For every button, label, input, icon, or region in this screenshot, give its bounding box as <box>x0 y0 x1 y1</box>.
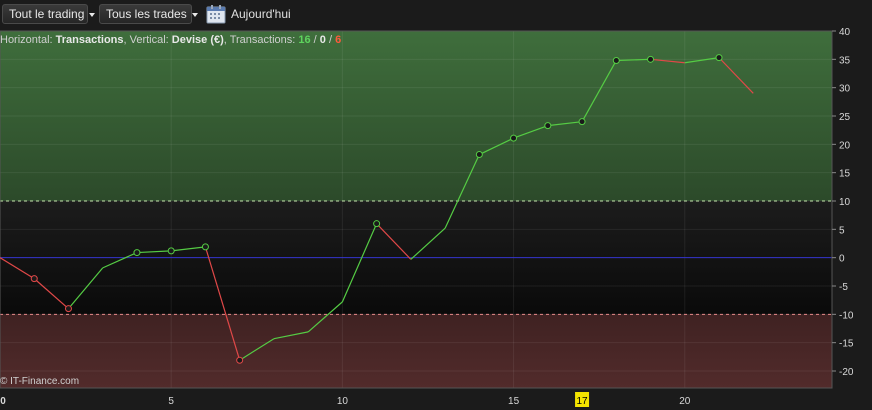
data-point <box>715 54 723 62</box>
info-sep2: / <box>325 34 336 46</box>
x-tick-label: 10 <box>337 396 349 407</box>
y-tick-label: 40 <box>839 27 851 38</box>
y-tick-label: 30 <box>839 84 851 95</box>
horizontal-axis-name: Transactions <box>55 34 124 46</box>
data-point <box>201 243 209 251</box>
y-tick-label: 15 <box>839 169 851 180</box>
info-count-label: , Transactions: <box>223 34 299 46</box>
info-sep1: / <box>310 34 320 46</box>
y-tick-label: 10 <box>839 197 851 208</box>
losses-count: 6 <box>335 34 342 46</box>
data-point <box>475 151 483 159</box>
data-point <box>612 56 620 64</box>
data-point <box>30 275 38 283</box>
info-prefix: Horizontal: <box>0 34 56 46</box>
x-tick-label-highlight: 17 <box>576 396 588 407</box>
y-tick-label: 5 <box>839 225 845 236</box>
copyright: © IT-Finance.com <box>0 376 80 387</box>
y-tick-label: -15 <box>839 339 854 350</box>
info-mid: , Vertical: <box>123 34 172 46</box>
vertical-axis-name: Devise (€) <box>171 34 224 46</box>
data-point <box>578 118 586 126</box>
y-tick-label: 20 <box>839 140 851 151</box>
loss-zone <box>0 314 832 388</box>
x-tick-label: 15 <box>508 396 520 407</box>
x-tick-label: 0 <box>0 396 6 407</box>
y-tick-label: 25 <box>839 112 851 123</box>
y-tick-label: -20 <box>839 367 854 378</box>
data-point <box>510 134 518 142</box>
data-point <box>544 122 552 130</box>
x-tick-label: 5 <box>168 396 174 407</box>
data-point <box>373 220 381 228</box>
y-tick-label: 0 <box>839 254 845 265</box>
chart-info: Horizontal: Transactions, Vertical: Devi… <box>0 34 341 46</box>
data-point <box>64 305 72 313</box>
y-tick-label: -10 <box>839 310 854 321</box>
data-point <box>236 356 244 364</box>
y-tick-label: 35 <box>839 55 851 66</box>
wins-count: 16 <box>298 34 311 46</box>
data-point <box>133 249 141 257</box>
data-point <box>647 55 655 63</box>
x-tick-label: 20 <box>679 396 691 407</box>
equity-chart: 40 35 30 25 20 15 10 5 0 -5 -10 -15 -20 0 5 10 15 17 20 <box>0 27 854 407</box>
data-point <box>167 247 175 255</box>
y-tick-label: -5 <box>839 282 848 293</box>
